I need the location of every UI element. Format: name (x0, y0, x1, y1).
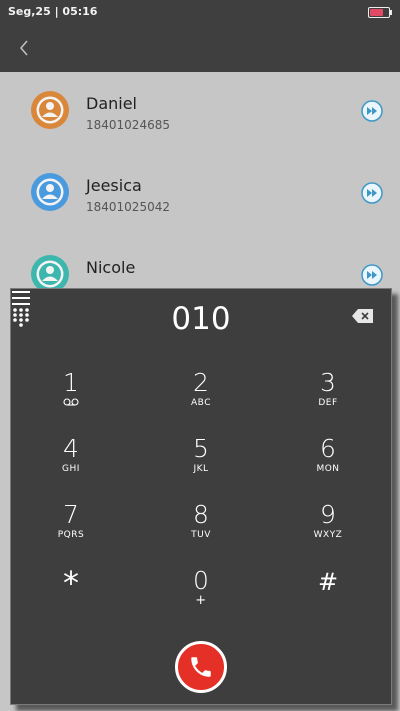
contact-number: 18401025042 (86, 200, 170, 214)
key-1[interactable]: 1 (16, 369, 126, 427)
key-digit: 5 (193, 434, 209, 463)
battery-icon (368, 7, 392, 18)
key-digit: 4 (63, 434, 79, 463)
dialpad: 010 1 2 ABC 3 DEF 4 GHI 5 JKL 6 MON 7 PQ… (10, 288, 392, 705)
key-letters: WXYZ (313, 530, 343, 540)
key-digit: 2 (193, 368, 209, 397)
avatar (30, 172, 70, 212)
key-9[interactable]: 9 WXYZ (273, 501, 383, 559)
contact-detail-icon[interactable] (361, 100, 383, 122)
key-0[interactable]: 0 + (146, 567, 256, 625)
key-letters: PQRS (57, 530, 85, 540)
key-8[interactable]: 8 TUV (146, 501, 256, 559)
key-4[interactable]: 4 GHI (16, 435, 126, 493)
key-digit: 0 (193, 566, 209, 595)
status-bar: Seg,25 | 05:16 (0, 0, 400, 24)
voicemail-icon (16, 397, 126, 411)
key-digit: 7 (63, 500, 79, 529)
key-7[interactable]: 7 PQRS (16, 501, 126, 559)
key-letters: + (195, 593, 207, 608)
contact-name: Nicole (86, 258, 136, 277)
contact-item-daniel[interactable]: Daniel 18401024685 (0, 72, 400, 154)
key-star[interactable]: * (16, 567, 126, 625)
key-letters: TUV (191, 530, 211, 540)
contact-detail-icon[interactable] (361, 182, 383, 204)
key-6[interactable]: 6 MON (273, 435, 383, 493)
key-letters: DEF (318, 398, 338, 408)
back-arrow-icon[interactable] (12, 36, 36, 60)
dialed-number: 010 (171, 301, 231, 337)
key-2[interactable]: 2 ABC (146, 369, 256, 427)
key-5[interactable]: 5 JKL (146, 435, 256, 493)
contact-name: Daniel (86, 94, 137, 113)
key-digit: 6 (320, 434, 336, 463)
key-digit: # (317, 568, 339, 596)
app-bar (0, 24, 400, 72)
key-hash[interactable]: # (273, 567, 383, 625)
key-digit: 3 (320, 368, 336, 397)
contact-detail-icon[interactable] (361, 264, 383, 286)
key-digit: 1 (63, 368, 79, 397)
key-digit: 9 (320, 500, 336, 529)
key-letters: GHI (62, 464, 80, 474)
key-digit: 8 (193, 500, 209, 529)
phone-icon (191, 657, 211, 677)
key-letters: JKL (193, 464, 209, 474)
contact-number: 18401024685 (86, 118, 170, 132)
avatar (30, 90, 70, 130)
backspace-icon[interactable] (352, 309, 374, 323)
call-button[interactable] (175, 641, 227, 693)
contact-name: Jeesica (86, 176, 142, 195)
key-letters: ABC (191, 398, 211, 408)
contact-item-jeesica[interactable]: Jeesica 18401025042 (0, 154, 400, 236)
status-time: Seg,25 | 05:16 (8, 5, 98, 18)
key-digit: * (63, 564, 79, 602)
key-3[interactable]: 3 DEF (273, 369, 383, 427)
key-letters: MON (316, 464, 340, 474)
